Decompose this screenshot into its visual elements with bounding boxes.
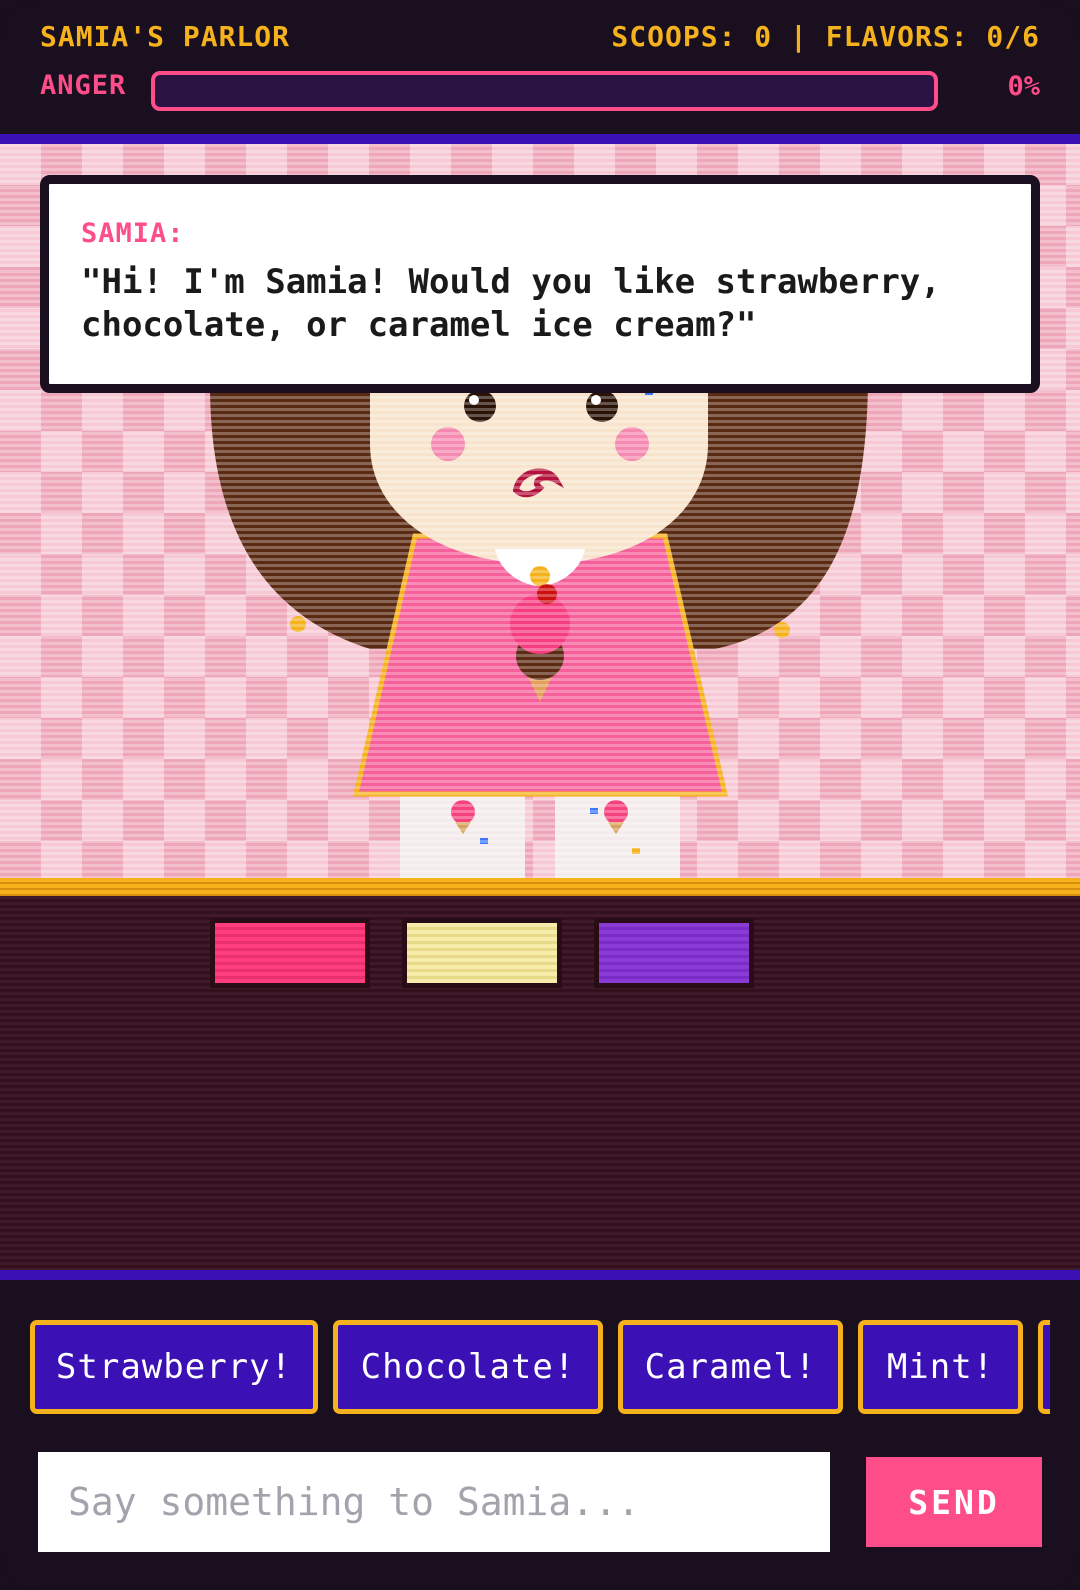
necklace-bead [530,566,550,586]
send-button[interactable]: SEND [866,1457,1042,1547]
left-earring [290,616,306,632]
quick-reply-caramel[interactable]: Caramel! [618,1320,843,1414]
quick-reply-mint[interactable]: Mint! [858,1320,1023,1414]
score-stats: SCOOPS: 0 | FLAVORS: 0/6 [611,20,1040,53]
game-title: SAMIA'S PARLOR [40,20,291,53]
quick-reply-bar: Strawberry! Chocolate! Caramel! Mint! [30,1320,1050,1416]
brooch-cherry [537,584,557,604]
right-eye [586,390,618,422]
anger-label: ANGER [40,70,127,101]
left-knee-cone [451,800,475,824]
anger-meter [151,71,938,111]
ice-cream-counter [0,896,1080,1270]
quick-reply-more[interactable] [1038,1320,1050,1414]
right-earring [774,622,790,638]
counter-edge [0,878,1080,896]
game-frame: SAMIA'S PARLOR SCOOPS: 0 | FLAVORS: 0/6 … [0,0,1080,1590]
dialog-text: "Hi! I'm Samia! Would you like strawberr… [81,262,941,345]
brooch-strawberry-scoop [510,594,570,654]
quick-reply-chocolate[interactable]: Chocolate! [333,1320,603,1414]
quick-reply-strawberry[interactable]: Strawberry! [30,1320,318,1414]
right-cheek [615,427,649,461]
dialog-speaker: SAMIA: [81,218,185,249]
dialog-box: SAMIA: "Hi! I'm Samia! Would you like st… [40,175,1040,393]
hud: SAMIA'S PARLOR SCOOPS: 0 | FLAVORS: 0/6 … [0,0,1080,134]
left-eye [464,390,496,422]
hud-divider [0,134,1080,144]
controls-panel: Strawberry! Chocolate! Caramel! Mint! SE… [0,1280,1080,1590]
chat-input[interactable] [38,1452,830,1552]
grape-tub[interactable] [594,918,754,988]
anger-percent: 0% [1007,71,1040,102]
vanilla-tub[interactable] [402,918,562,988]
left-cheek [431,427,465,461]
right-knee-cone [604,800,628,824]
strawberry-tub[interactable] [210,918,370,988]
controls-divider [0,1270,1080,1280]
